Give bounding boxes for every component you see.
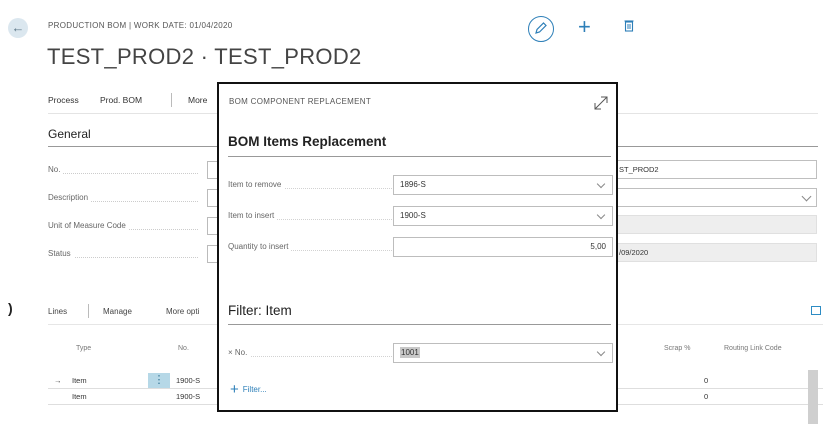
row-type[interactable]: Item bbox=[72, 392, 87, 401]
lines-scrollbar[interactable] bbox=[808, 370, 818, 424]
row-scrap[interactable]: 0 bbox=[704, 376, 708, 385]
menu-process[interactable]: Process bbox=[48, 95, 79, 105]
column-header-scrap[interactable]: Scrap % bbox=[664, 345, 690, 352]
bom-items-replacement-title[interactable]: BOM Items Replacement bbox=[228, 134, 386, 149]
plus-icon: + bbox=[230, 381, 239, 398]
delete-trash-icon[interactable] bbox=[624, 19, 634, 37]
row-type[interactable]: Item bbox=[72, 376, 87, 385]
general-section-title[interactable]: General bbox=[48, 127, 91, 141]
field-label-no: No. bbox=[48, 165, 198, 177]
chevron-down-icon bbox=[596, 179, 606, 189]
right-field-dropdown[interactable] bbox=[612, 188, 817, 207]
back-button[interactable]: ← bbox=[8, 18, 28, 38]
menu-separator bbox=[171, 93, 172, 107]
field-label-status: Status bbox=[48, 249, 198, 261]
menu-more[interactable]: More bbox=[188, 95, 207, 105]
quantity-to-insert-input[interactable]: 5,00 bbox=[393, 237, 613, 257]
dialog-caption: BOM COMPONENT REPLACEMENT bbox=[229, 97, 372, 106]
row-scrap[interactable]: 0 bbox=[704, 392, 708, 401]
column-header-type[interactable]: Type bbox=[76, 345, 91, 352]
right-field-no[interactable]: ST_PROD2 bbox=[612, 160, 817, 179]
chevron-down-icon bbox=[801, 191, 812, 202]
item-to-insert-label: Item to insert bbox=[228, 211, 398, 223]
lines-more-options[interactable]: More opti bbox=[166, 307, 199, 316]
filter-no-label[interactable]: × No. bbox=[228, 348, 398, 360]
right-field-readonly bbox=[612, 215, 817, 234]
quantity-to-insert-label: Quantity to insert bbox=[228, 242, 398, 254]
section-divider bbox=[228, 156, 611, 157]
chevron-down-icon bbox=[596, 347, 606, 357]
item-to-insert-select[interactable]: 1900-S bbox=[393, 206, 613, 226]
left-edge-marker: ) bbox=[8, 300, 13, 316]
filter-item-title[interactable]: Filter: Item bbox=[228, 303, 292, 318]
page-caption: PRODUCTION BOM | WORK DATE: 01/04/2020 bbox=[48, 21, 233, 30]
bom-component-replacement-dialog: BOM COMPONENT REPLACEMENT BOM Items Repl… bbox=[217, 82, 618, 412]
lines-separator bbox=[88, 304, 89, 318]
row-menu-icon[interactable]: ⋮ bbox=[148, 373, 170, 388]
expand-lines-icon[interactable] bbox=[811, 306, 821, 315]
menu-prod-bom[interactable]: Prod. BOM bbox=[100, 95, 142, 105]
filter-no-input[interactable]: 1001 bbox=[393, 343, 613, 363]
field-label-description: Description bbox=[48, 193, 198, 205]
add-filter-button[interactable]: + Filter... bbox=[230, 381, 267, 398]
right-field-date: /09/2020 bbox=[612, 243, 817, 262]
page-title: TEST_PROD2 · TEST_PROD2 bbox=[47, 44, 362, 69]
item-to-remove-label: Item to remove bbox=[228, 180, 398, 192]
edit-icon[interactable] bbox=[528, 16, 554, 42]
filter-divider bbox=[228, 324, 611, 325]
column-header-routing-link[interactable]: Routing Link Code bbox=[724, 345, 782, 352]
column-header-no[interactable]: No. bbox=[178, 345, 189, 352]
field-label-uom: Unit of Measure Code bbox=[48, 221, 198, 233]
lines-manage-tab[interactable]: Manage bbox=[103, 307, 132, 316]
chevron-down-icon bbox=[596, 210, 606, 220]
row-no[interactable]: 1900-S bbox=[176, 376, 200, 385]
lines-tab[interactable]: Lines bbox=[48, 307, 67, 316]
expand-dialog-icon[interactable] bbox=[592, 94, 610, 112]
item-to-remove-select[interactable]: 1896-S bbox=[393, 175, 613, 195]
row-current-arrow: → bbox=[54, 376, 62, 385]
new-plus-icon[interactable]: + bbox=[578, 14, 591, 40]
row-no[interactable]: 1900-S bbox=[176, 392, 200, 401]
